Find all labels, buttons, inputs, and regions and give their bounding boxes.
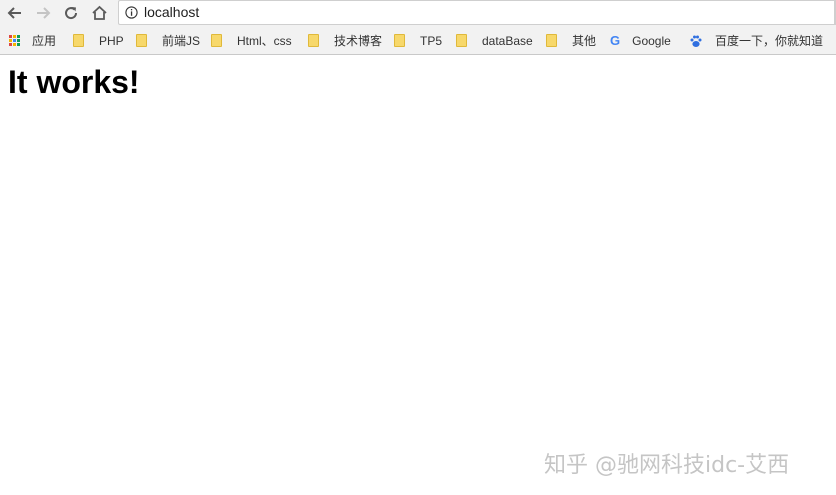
folder-icon — [394, 34, 405, 47]
back-button[interactable] — [4, 2, 26, 24]
home-icon — [91, 5, 107, 20]
bookmark-html-css[interactable]: Html、css — [211, 27, 292, 54]
info-icon[interactable] — [125, 6, 138, 19]
bookmark-label: 技术博客 — [334, 34, 383, 48]
bookmarks-bar: 应用 PHP 前端JS Html、css 技术博客 TP5 dataBase 其… — [0, 27, 836, 55]
google-icon: G — [610, 33, 621, 48]
page-heading: It works! — [8, 64, 140, 100]
home-button[interactable] — [88, 2, 110, 24]
bookmark-frontend-js[interactable]: 前端JS — [136, 27, 200, 54]
watermark: 知乎 @驰网科技idc-艾西 — [544, 453, 790, 478]
reload-icon — [65, 7, 78, 20]
forward-button[interactable] — [32, 2, 54, 24]
bookmark-tp5[interactable]: TP5 — [394, 27, 442, 54]
folder-icon — [546, 34, 557, 47]
forward-arrow-icon — [37, 7, 51, 19]
bookmark-label: Html、css — [237, 34, 292, 48]
apps-grid-icon — [9, 35, 20, 46]
folder-icon — [136, 34, 147, 47]
address-bar[interactable]: localhost — [118, 0, 836, 25]
bookmark-label: dataBase — [482, 33, 533, 48]
bookmark-other[interactable]: 其他 — [546, 27, 596, 54]
bookmark-label: 应用 — [32, 34, 57, 48]
bookmark-label: 前端JS — [162, 34, 201, 48]
bookmark-label: 百度一下，你就知道 — [715, 34, 824, 48]
bookmark-label: TP5 — [420, 33, 443, 48]
bookmark-tech-blog[interactable]: 技术博客 — [308, 27, 382, 54]
bookmark-baidu[interactable]: 百度一下，你就知道 — [689, 27, 823, 54]
folder-icon — [73, 34, 84, 47]
back-arrow-icon — [7, 7, 21, 19]
url-text[interactable]: localhost — [144, 4, 199, 20]
bookmark-google[interactable]: G Google — [610, 27, 671, 54]
bookmark-label: 其他 — [572, 34, 597, 48]
folder-icon — [211, 34, 222, 47]
folder-icon — [308, 34, 319, 47]
bookmark-label: Google — [632, 33, 671, 48]
reload-button[interactable] — [60, 2, 82, 24]
bookmark-label: PHP — [99, 33, 124, 48]
bookmark-database[interactable]: dataBase — [456, 27, 533, 54]
folder-icon — [456, 34, 467, 47]
bookmark-apps[interactable]: 应用 — [9, 27, 56, 54]
browser-toolbar: localhost — [0, 0, 836, 27]
bookmark-php[interactable]: PHP — [73, 27, 124, 54]
baidu-paw-icon — [690, 35, 702, 47]
